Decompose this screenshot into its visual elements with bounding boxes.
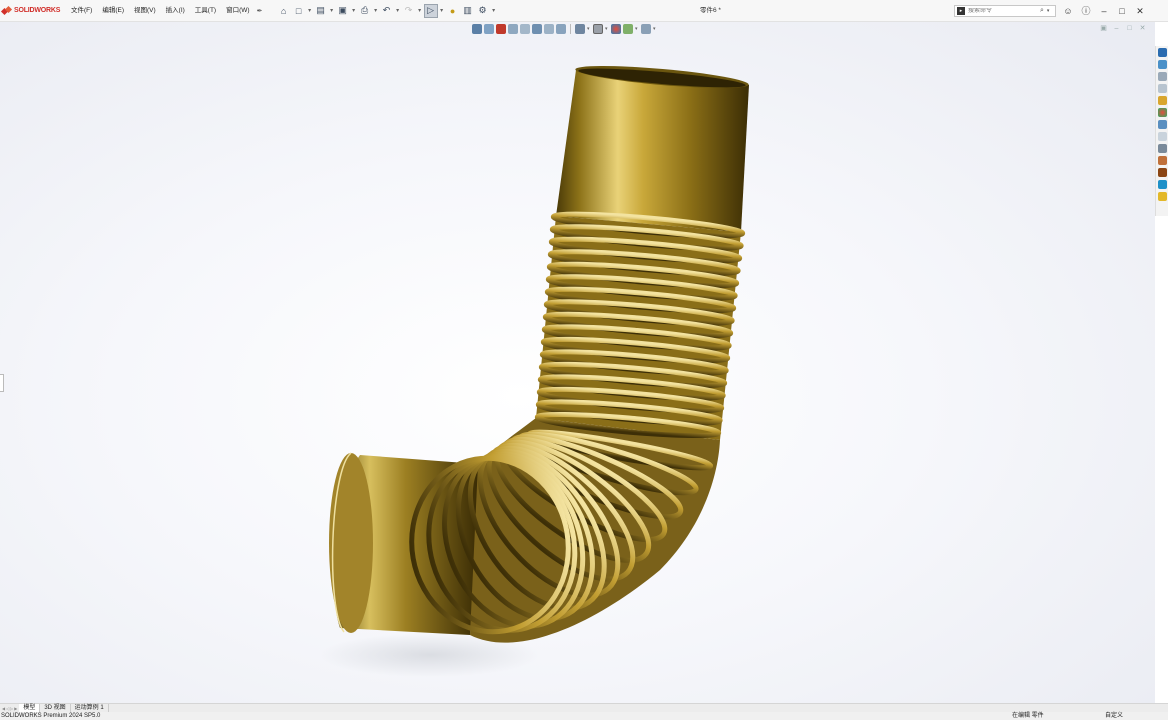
save-icon[interactable]: ▣ <box>336 4 350 18</box>
first-tab-icon[interactable]: ◀ <box>2 706 5 711</box>
materials-icon[interactable] <box>1157 168 1167 177</box>
section-view-icon[interactable] <box>508 24 518 34</box>
previous-view-icon[interactable] <box>496 24 506 34</box>
tile-icon[interactable]: ▣ <box>1099 24 1108 33</box>
tab-model[interactable]: 模型 <box>19 704 41 712</box>
status-bar: SOLIDWORKS Premium 2024 SP5.0 在编辑 零件 自定义 <box>0 712 1168 720</box>
tab-navigation: ◀ ◁ ▷ ▶ <box>0 706 19 711</box>
model-tabs: ◀ ◁ ▷ ▶ 模型 3D 视图 运动算例 1 <box>0 703 1168 712</box>
feature-manager-handle[interactable] <box>0 374 4 392</box>
file-properties-icon[interactable]: ▥ <box>461 4 475 18</box>
menu-bar: 文件(F) 编辑(E) 视图(V) 插入(I) 工具(T) 窗口(W) <box>66 0 255 22</box>
doc-restore-icon[interactable]: □ <box>1125 24 1134 33</box>
menu-view[interactable]: 视图(V) <box>129 0 161 22</box>
command-search-icon: ▸ <box>957 7 965 15</box>
display-style-icon[interactable] <box>544 24 554 34</box>
new-file-icon[interactable]: □ <box>292 4 306 18</box>
redo-icon[interactable]: ↷ <box>402 4 416 18</box>
menu-window[interactable]: 窗口(W) <box>221 0 254 22</box>
doc-close-icon[interactable]: ✕ <box>1138 24 1147 33</box>
chevron-down-icon[interactable]: ▾ <box>373 7 379 14</box>
user-icon[interactable]: ☺ <box>1062 5 1074 17</box>
appearance-icon[interactable] <box>611 24 621 34</box>
ds-logo-icon <box>2 6 12 16</box>
editing-status: 在编辑 零件 <box>1012 713 1044 719</box>
logo-text: SOLIDWORKS <box>14 7 61 14</box>
rebuild-icon[interactable]: ● <box>446 4 460 18</box>
search-icon[interactable]: ⌕ <box>1040 7 1044 15</box>
search-box[interactable]: ▸ ⌕ ▾ <box>954 5 1056 17</box>
close-icon[interactable]: ✕ <box>1134 5 1146 17</box>
menu-insert[interactable]: 插入(I) <box>161 0 190 22</box>
options-icon[interactable]: ⚙ <box>476 4 490 18</box>
window-controls: ☺ ⓘ – □ ✕ <box>1062 0 1146 22</box>
view-palette-icon[interactable] <box>1157 84 1167 93</box>
menu-file[interactable]: 文件(F) <box>66 0 97 22</box>
design-library-icon[interactable] <box>1157 60 1167 69</box>
pin-icon[interactable]: ✒ <box>257 7 267 15</box>
view-cube-icon[interactable] <box>575 24 585 34</box>
chevron-down-icon[interactable]: ▾ <box>307 7 313 14</box>
forum-icon[interactable] <box>1157 132 1167 141</box>
restore-icon[interactable]: □ <box>1116 5 1128 17</box>
corrugated-pipe-model <box>320 65 749 677</box>
chevron-down-icon[interactable]: ▾ <box>351 7 357 14</box>
home-icon[interactable]: ⌂ <box>277 4 291 18</box>
chevron-down-icon[interactable]: ▾ <box>605 26 609 32</box>
chevron-down-icon[interactable]: ▾ <box>395 7 401 14</box>
doc-minimize-icon[interactable]: – <box>1112 24 1121 33</box>
learning-icon[interactable] <box>1157 192 1167 201</box>
search-input[interactable] <box>968 8 1038 14</box>
graphics-area[interactable] <box>0 22 1155 703</box>
tab-motion-study[interactable]: 运动算例 1 <box>71 704 109 712</box>
unit-system[interactable]: 自定义 <box>1105 712 1123 720</box>
view-settings-icon[interactable] <box>641 24 651 34</box>
open-file-icon[interactable]: ▤ <box>314 4 328 18</box>
scene-icon[interactable] <box>623 24 633 34</box>
chevron-down-icon[interactable]: ▾ <box>329 7 335 14</box>
chevron-down-icon[interactable]: ▾ <box>653 26 657 32</box>
select-icon[interactable]: ▷ <box>423 3 438 18</box>
scenes-icon[interactable] <box>1157 108 1167 117</box>
view-orientation-icon[interactable] <box>532 24 542 34</box>
chevron-down-icon[interactable]: ▾ <box>635 26 639 32</box>
title-bar: SOLIDWORKS 文件(F) 编辑(E) 视图(V) 插入(I) 工具(T)… <box>0 0 1168 22</box>
document-window-controls: ▣ – □ ✕ <box>1099 24 1147 33</box>
help-icon[interactable]: ⓘ <box>1080 5 1092 17</box>
custom-properties-icon[interactable] <box>1157 120 1167 129</box>
solidworks-resources-icon[interactable] <box>1157 48 1167 57</box>
chevron-down-icon[interactable]: ▾ <box>439 7 445 14</box>
appearances-icon[interactable] <box>1157 96 1167 105</box>
chevron-down-icon[interactable]: ▾ <box>417 7 423 14</box>
heads-up-view-toolbar: ▾ ▾ ▾ ▾ <box>472 23 657 35</box>
marketplace-icon[interactable] <box>1157 180 1167 189</box>
zoom-area-icon[interactable] <box>484 24 494 34</box>
document-title: 零件6 * <box>700 7 721 14</box>
task-pane <box>1155 46 1168 216</box>
3dexperience-icon[interactable] <box>1157 144 1167 153</box>
chevron-down-icon[interactable]: ▾ <box>491 7 497 14</box>
undo-icon[interactable]: ↶ <box>380 4 394 18</box>
dynamic-annotation-icon[interactable] <box>520 24 530 34</box>
menu-edit[interactable]: 编辑(E) <box>97 0 129 22</box>
shaded-display-icon[interactable] <box>593 24 603 34</box>
print-icon[interactable]: ⎙ <box>358 4 372 18</box>
quick-access-toolbar: ⌂ □ ▾ ▤ ▾ ▣ ▾ ⎙ ▾ ↶ ▾ ↷ ▾ ▷ ▾ ● ▥ ⚙ ▾ <box>277 3 497 18</box>
last-tab-icon[interactable]: ▶ <box>14 706 17 711</box>
chevron-down-icon[interactable]: ▾ <box>1047 8 1050 14</box>
hide-show-icon[interactable] <box>556 24 566 34</box>
zoom-to-fit-icon[interactable] <box>472 24 482 34</box>
solidworks-logo[interactable]: SOLIDWORKS <box>0 6 66 16</box>
prev-tab-icon[interactable]: ◁ <box>6 706 9 711</box>
toolbox-icon[interactable] <box>1157 156 1167 165</box>
product-version: SOLIDWORKS Premium 2024 SP5.0 <box>1 713 101 719</box>
menu-tools[interactable]: 工具(T) <box>190 0 221 22</box>
tab-3d-views[interactable]: 3D 视图 <box>40 704 71 712</box>
next-tab-icon[interactable]: ▷ <box>10 706 13 711</box>
minimize-icon[interactable]: – <box>1098 5 1110 17</box>
file-explorer-icon[interactable] <box>1157 72 1167 81</box>
chevron-down-icon[interactable]: ▾ <box>587 26 591 32</box>
